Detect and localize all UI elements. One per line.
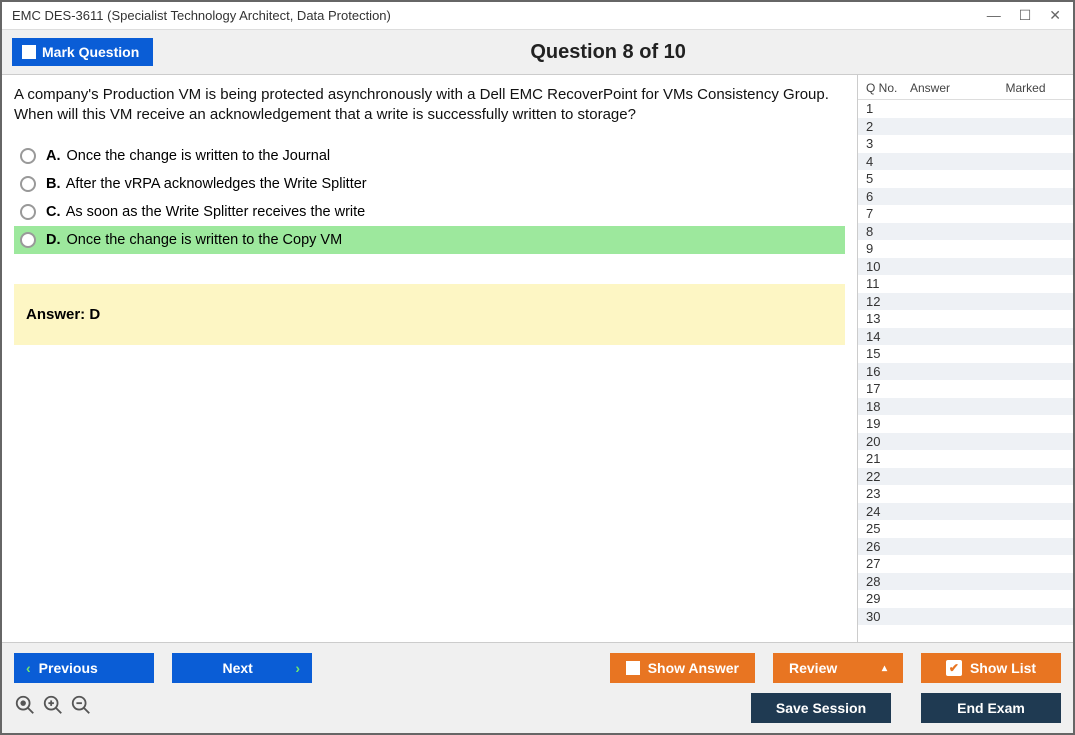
- list-row[interactable]: 30: [858, 608, 1073, 626]
- list-row[interactable]: 29: [858, 590, 1073, 608]
- col-m-header: Marked: [982, 81, 1069, 95]
- list-row[interactable]: 10: [858, 258, 1073, 276]
- option-B[interactable]: B. After the vRPA acknowledges the Write…: [14, 170, 845, 198]
- show-answer-button[interactable]: Show Answer: [610, 653, 755, 683]
- question-header: Mark Question Question 8 of 10: [2, 30, 1073, 75]
- question-area: A company's Production VM is being prote…: [2, 75, 857, 642]
- zoom-out-icon[interactable]: [70, 694, 92, 722]
- radio-icon: [20, 232, 36, 248]
- next-button[interactable]: Next ›: [172, 653, 312, 683]
- question-list-panel: Q No. Answer Marked 12345678910111213141…: [857, 75, 1073, 642]
- dropdown-arrow-icon: ▴: [882, 663, 887, 674]
- list-row[interactable]: 15: [858, 345, 1073, 363]
- list-row[interactable]: 19: [858, 415, 1073, 433]
- show-list-button[interactable]: ✔ Show List: [921, 653, 1061, 683]
- list-header: Q No. Answer Marked: [858, 75, 1073, 100]
- list-row[interactable]: 14: [858, 328, 1073, 346]
- body: A company's Production VM is being prote…: [2, 75, 1073, 642]
- list-row[interactable]: 6: [858, 188, 1073, 206]
- footer-row-2: Save Session End Exam: [14, 693, 1061, 723]
- maximize-icon[interactable]: ☐: [1019, 7, 1032, 24]
- radio-icon: [20, 148, 36, 164]
- options-list: A. Once the change is written to the Jou…: [14, 142, 845, 254]
- list-row[interactable]: 20: [858, 433, 1073, 451]
- review-button[interactable]: Review ▴: [773, 653, 903, 683]
- end-exam-label: End Exam: [957, 700, 1025, 716]
- next-label: Next: [188, 660, 287, 676]
- close-icon[interactable]: ✕: [1049, 7, 1061, 24]
- zoom-in-icon[interactable]: [42, 694, 64, 722]
- option-text: A. Once the change is written to the Jou…: [46, 148, 330, 164]
- list-row[interactable]: 25: [858, 520, 1073, 538]
- option-text: C. As soon as the Write Splitter receive…: [46, 204, 365, 220]
- list-row[interactable]: 24: [858, 503, 1073, 521]
- footer: ‹ Previous Next › Show Answer Review ▴ ✔…: [2, 642, 1073, 733]
- option-A[interactable]: A. Once the change is written to the Jou…: [14, 142, 845, 170]
- list-row[interactable]: 8: [858, 223, 1073, 241]
- option-D[interactable]: D. Once the change is written to the Cop…: [14, 226, 845, 254]
- chevron-left-icon: ‹: [26, 660, 31, 676]
- list-row[interactable]: 17: [858, 380, 1073, 398]
- answer-box: Answer: D: [14, 284, 845, 345]
- list-row[interactable]: 18: [858, 398, 1073, 416]
- checkbox-icon: [626, 661, 640, 675]
- check-icon: ✔: [946, 660, 962, 676]
- window-controls: — ☐ ✕: [987, 7, 1067, 24]
- mark-question-button[interactable]: Mark Question: [12, 38, 153, 66]
- list-row[interactable]: 2: [858, 118, 1073, 136]
- list-row[interactable]: 9: [858, 240, 1073, 258]
- list-row[interactable]: 16: [858, 363, 1073, 381]
- save-session-button[interactable]: Save Session: [751, 693, 891, 723]
- question-list[interactable]: 1234567891011121314151617181920212223242…: [858, 100, 1073, 642]
- question-text: A company's Production VM is being prote…: [14, 85, 845, 126]
- footer-row-1: ‹ Previous Next › Show Answer Review ▴ ✔…: [14, 653, 1061, 683]
- list-row[interactable]: 26: [858, 538, 1073, 556]
- list-row[interactable]: 23: [858, 485, 1073, 503]
- zoom-reset-icon[interactable]: [14, 694, 36, 722]
- radio-icon: [20, 204, 36, 220]
- titlebar: EMC DES-3611 (Specialist Technology Arch…: [2, 2, 1073, 30]
- list-row[interactable]: 5: [858, 170, 1073, 188]
- checkbox-icon: [22, 45, 36, 59]
- review-label: Review: [789, 660, 837, 676]
- option-C[interactable]: C. As soon as the Write Splitter receive…: [14, 198, 845, 226]
- list-row[interactable]: 11: [858, 275, 1073, 293]
- list-row[interactable]: 27: [858, 555, 1073, 573]
- save-session-label: Save Session: [776, 700, 866, 716]
- window-title: EMC DES-3611 (Specialist Technology Arch…: [8, 8, 987, 23]
- show-list-label: Show List: [970, 660, 1036, 676]
- radio-icon: [20, 176, 36, 192]
- show-answer-label: Show Answer: [648, 660, 739, 676]
- list-row[interactable]: 3: [858, 135, 1073, 153]
- app-window: { "titlebar": { "title": "EMC DES-3611 (…: [0, 0, 1075, 735]
- end-exam-button[interactable]: End Exam: [921, 693, 1061, 723]
- list-row[interactable]: 13: [858, 310, 1073, 328]
- previous-label: Previous: [39, 660, 98, 676]
- mark-question-label: Mark Question: [42, 44, 139, 60]
- previous-button[interactable]: ‹ Previous: [14, 653, 154, 683]
- list-row[interactable]: 4: [858, 153, 1073, 171]
- option-text: D. Once the change is written to the Cop…: [46, 232, 342, 248]
- col-a-header: Answer: [910, 81, 982, 95]
- list-row[interactable]: 28: [858, 573, 1073, 591]
- list-row[interactable]: 7: [858, 205, 1073, 223]
- list-row[interactable]: 22: [858, 468, 1073, 486]
- col-q-header: Q No.: [866, 81, 910, 95]
- list-row[interactable]: 12: [858, 293, 1073, 311]
- option-text: B. After the vRPA acknowledges the Write…: [46, 176, 367, 192]
- list-row[interactable]: 21: [858, 450, 1073, 468]
- minimize-icon[interactable]: —: [987, 7, 1001, 24]
- list-row[interactable]: 1: [858, 100, 1073, 118]
- chevron-right-icon: ›: [295, 660, 300, 676]
- question-number-title: Question 8 of 10: [153, 41, 1063, 64]
